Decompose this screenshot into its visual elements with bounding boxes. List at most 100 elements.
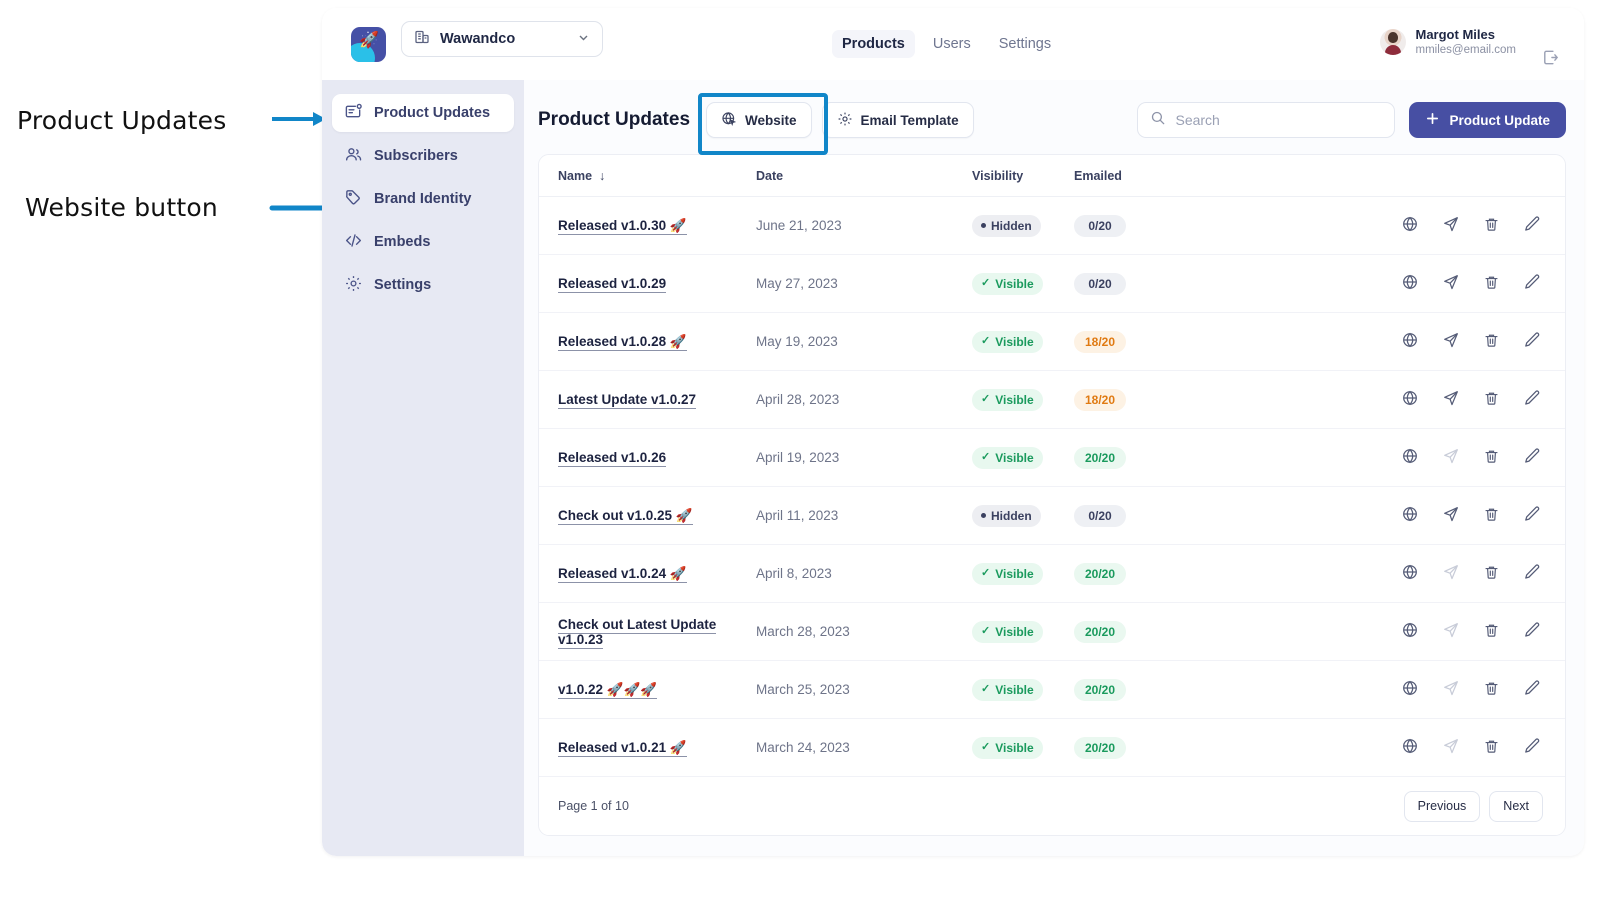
send-icon[interactable]: [1442, 331, 1460, 352]
logout-icon[interactable]: [1541, 48, 1560, 72]
send-icon[interactable]: [1442, 447, 1460, 468]
globe-icon[interactable]: [1401, 447, 1419, 468]
trash-icon[interactable]: [1483, 448, 1500, 468]
pencil-icon[interactable]: [1523, 273, 1541, 294]
sidebar-item-subscribers[interactable]: Subscribers: [332, 137, 514, 175]
cell-name[interactable]: Check out v1.0.25 🚀: [539, 487, 756, 545]
status-badge: ✓Visible: [972, 273, 1043, 295]
product-update-link[interactable]: Released v1.0.29: [558, 276, 666, 293]
table-row[interactable]: Released v1.0.24 🚀April 8, 2023✓Visible2…: [539, 545, 1565, 603]
nav-settings[interactable]: Settings: [989, 30, 1061, 58]
globe-icon[interactable]: [1401, 563, 1419, 584]
pencil-icon[interactable]: [1523, 389, 1541, 410]
product-update-link[interactable]: Released v1.0.24 🚀: [558, 566, 687, 583]
cell-name[interactable]: Released v1.0.24 🚀: [539, 545, 756, 603]
previous-page-button[interactable]: Previous: [1404, 791, 1481, 822]
pencil-icon[interactable]: [1523, 563, 1541, 584]
user-email: mmiles@email.com: [1416, 43, 1517, 57]
pencil-icon[interactable]: [1523, 505, 1541, 526]
pencil-icon[interactable]: [1523, 215, 1541, 236]
product-update-link[interactable]: Check out v1.0.25 🚀: [558, 508, 693, 525]
cell-name[interactable]: Released v1.0.28 🚀: [539, 313, 756, 371]
add-product-update-button[interactable]: Product Update: [1409, 102, 1566, 138]
cell-name[interactable]: v1.0.22 🚀🚀🚀: [539, 661, 756, 719]
product-update-link[interactable]: Released v1.0.26: [558, 450, 666, 467]
pencil-icon[interactable]: [1523, 331, 1541, 352]
send-icon[interactable]: [1442, 563, 1460, 584]
trash-icon[interactable]: [1483, 564, 1500, 584]
column-header-visibility[interactable]: Visibility: [972, 155, 1074, 197]
table-row[interactable]: Latest Update v1.0.27April 28, 2023✓Visi…: [539, 371, 1565, 429]
trash-icon[interactable]: [1483, 738, 1500, 758]
product-update-link[interactable]: Released v1.0.28 🚀: [558, 334, 687, 351]
globe-icon[interactable]: [1401, 331, 1419, 352]
sidebar-item-settings[interactable]: Settings: [332, 266, 514, 304]
send-icon[interactable]: [1442, 737, 1460, 758]
nav-products[interactable]: Products: [832, 30, 915, 58]
globe-icon[interactable]: [1401, 621, 1419, 642]
sidebar-item-embeds[interactable]: Embeds: [332, 223, 514, 261]
tag-icon: [344, 188, 363, 211]
globe-icon[interactable]: [1401, 273, 1419, 294]
table-row[interactable]: Released v1.0.21 🚀March 24, 2023✓Visible…: [539, 719, 1565, 777]
trash-icon[interactable]: [1483, 622, 1500, 642]
globe-icon[interactable]: [1401, 505, 1419, 526]
cell-name[interactable]: Latest Update v1.0.27: [539, 371, 756, 429]
globe-icon[interactable]: [1401, 679, 1419, 700]
column-header-name[interactable]: Name ↓: [539, 155, 756, 197]
pencil-icon[interactable]: [1523, 679, 1541, 700]
pencil-icon[interactable]: [1523, 621, 1541, 642]
sidebar-label: Embeds: [374, 234, 430, 250]
table-row[interactable]: Check out Latest Update v1.0.23March 28,…: [539, 603, 1565, 661]
trash-icon[interactable]: [1483, 506, 1500, 526]
nav-users[interactable]: Users: [923, 30, 981, 58]
next-page-button[interactable]: Next: [1489, 791, 1543, 822]
pencil-icon[interactable]: [1523, 737, 1541, 758]
cell-name[interactable]: Released v1.0.21 🚀: [539, 719, 756, 777]
table-row[interactable]: Released v1.0.29May 27, 2023✓Visible0/20: [539, 255, 1565, 313]
top-nav: Products Users Settings: [832, 8, 1061, 80]
cell-name[interactable]: Released v1.0.29: [539, 255, 756, 313]
trash-icon[interactable]: [1483, 680, 1500, 700]
search-box[interactable]: [1137, 102, 1395, 138]
globe-icon[interactable]: [1401, 215, 1419, 236]
globe-icon[interactable]: [1401, 737, 1419, 758]
product-update-link[interactable]: Released v1.0.21 🚀: [558, 740, 687, 757]
send-icon[interactable]: [1442, 273, 1460, 294]
chevron-down-icon[interactable]: [577, 31, 590, 47]
cell-name[interactable]: Released v1.0.30 🚀: [539, 197, 756, 255]
product-update-link[interactable]: Check out Latest Update v1.0.23: [558, 617, 716, 649]
search-input[interactable]: [1175, 112, 1382, 128]
org-switcher[interactable]: Wawandco: [401, 21, 603, 57]
user-menu[interactable]: Margot Miles mmiles@email.com: [1380, 27, 1517, 58]
email-template-button[interactable]: Email Template: [822, 102, 974, 138]
send-icon[interactable]: [1442, 621, 1460, 642]
sidebar-item-brand-identity[interactable]: Brand Identity: [332, 180, 514, 218]
website-button[interactable]: Website: [706, 102, 812, 138]
table-row[interactable]: Check out v1.0.25 🚀April 11, 2023Hidden0…: [539, 487, 1565, 545]
table-row[interactable]: v1.0.22 🚀🚀🚀March 25, 2023✓Visible20/20: [539, 661, 1565, 719]
column-header-date[interactable]: Date: [756, 155, 972, 197]
trash-icon[interactable]: [1483, 390, 1500, 410]
sidebar-item-product-updates[interactable]: Product Updates: [332, 94, 514, 132]
send-icon[interactable]: [1442, 679, 1460, 700]
pencil-icon[interactable]: [1523, 447, 1541, 468]
table-row[interactable]: Released v1.0.30 🚀June 21, 2023Hidden0/2…: [539, 197, 1565, 255]
product-update-link[interactable]: Released v1.0.30 🚀: [558, 218, 687, 235]
send-icon[interactable]: [1442, 389, 1460, 410]
send-icon[interactable]: [1442, 215, 1460, 236]
globe-icon[interactable]: [1401, 389, 1419, 410]
product-update-link[interactable]: Latest Update v1.0.27: [558, 392, 696, 409]
column-header-emailed[interactable]: Emailed: [1074, 155, 1174, 197]
product-update-link[interactable]: v1.0.22 🚀🚀🚀: [558, 682, 657, 699]
trash-icon[interactable]: [1483, 274, 1500, 294]
trash-icon[interactable]: [1483, 216, 1500, 236]
cell-emailed: 18/20: [1074, 371, 1174, 429]
cell-name[interactable]: Check out Latest Update v1.0.23: [539, 603, 756, 661]
table-row[interactable]: Released v1.0.26April 19, 2023✓Visible20…: [539, 429, 1565, 487]
trash-icon[interactable]: [1483, 332, 1500, 352]
table-row[interactable]: Released v1.0.28 🚀May 19, 2023✓Visible18…: [539, 313, 1565, 371]
globe-cursor-icon: [721, 111, 737, 130]
send-icon[interactable]: [1442, 505, 1460, 526]
cell-name[interactable]: Released v1.0.26: [539, 429, 756, 487]
